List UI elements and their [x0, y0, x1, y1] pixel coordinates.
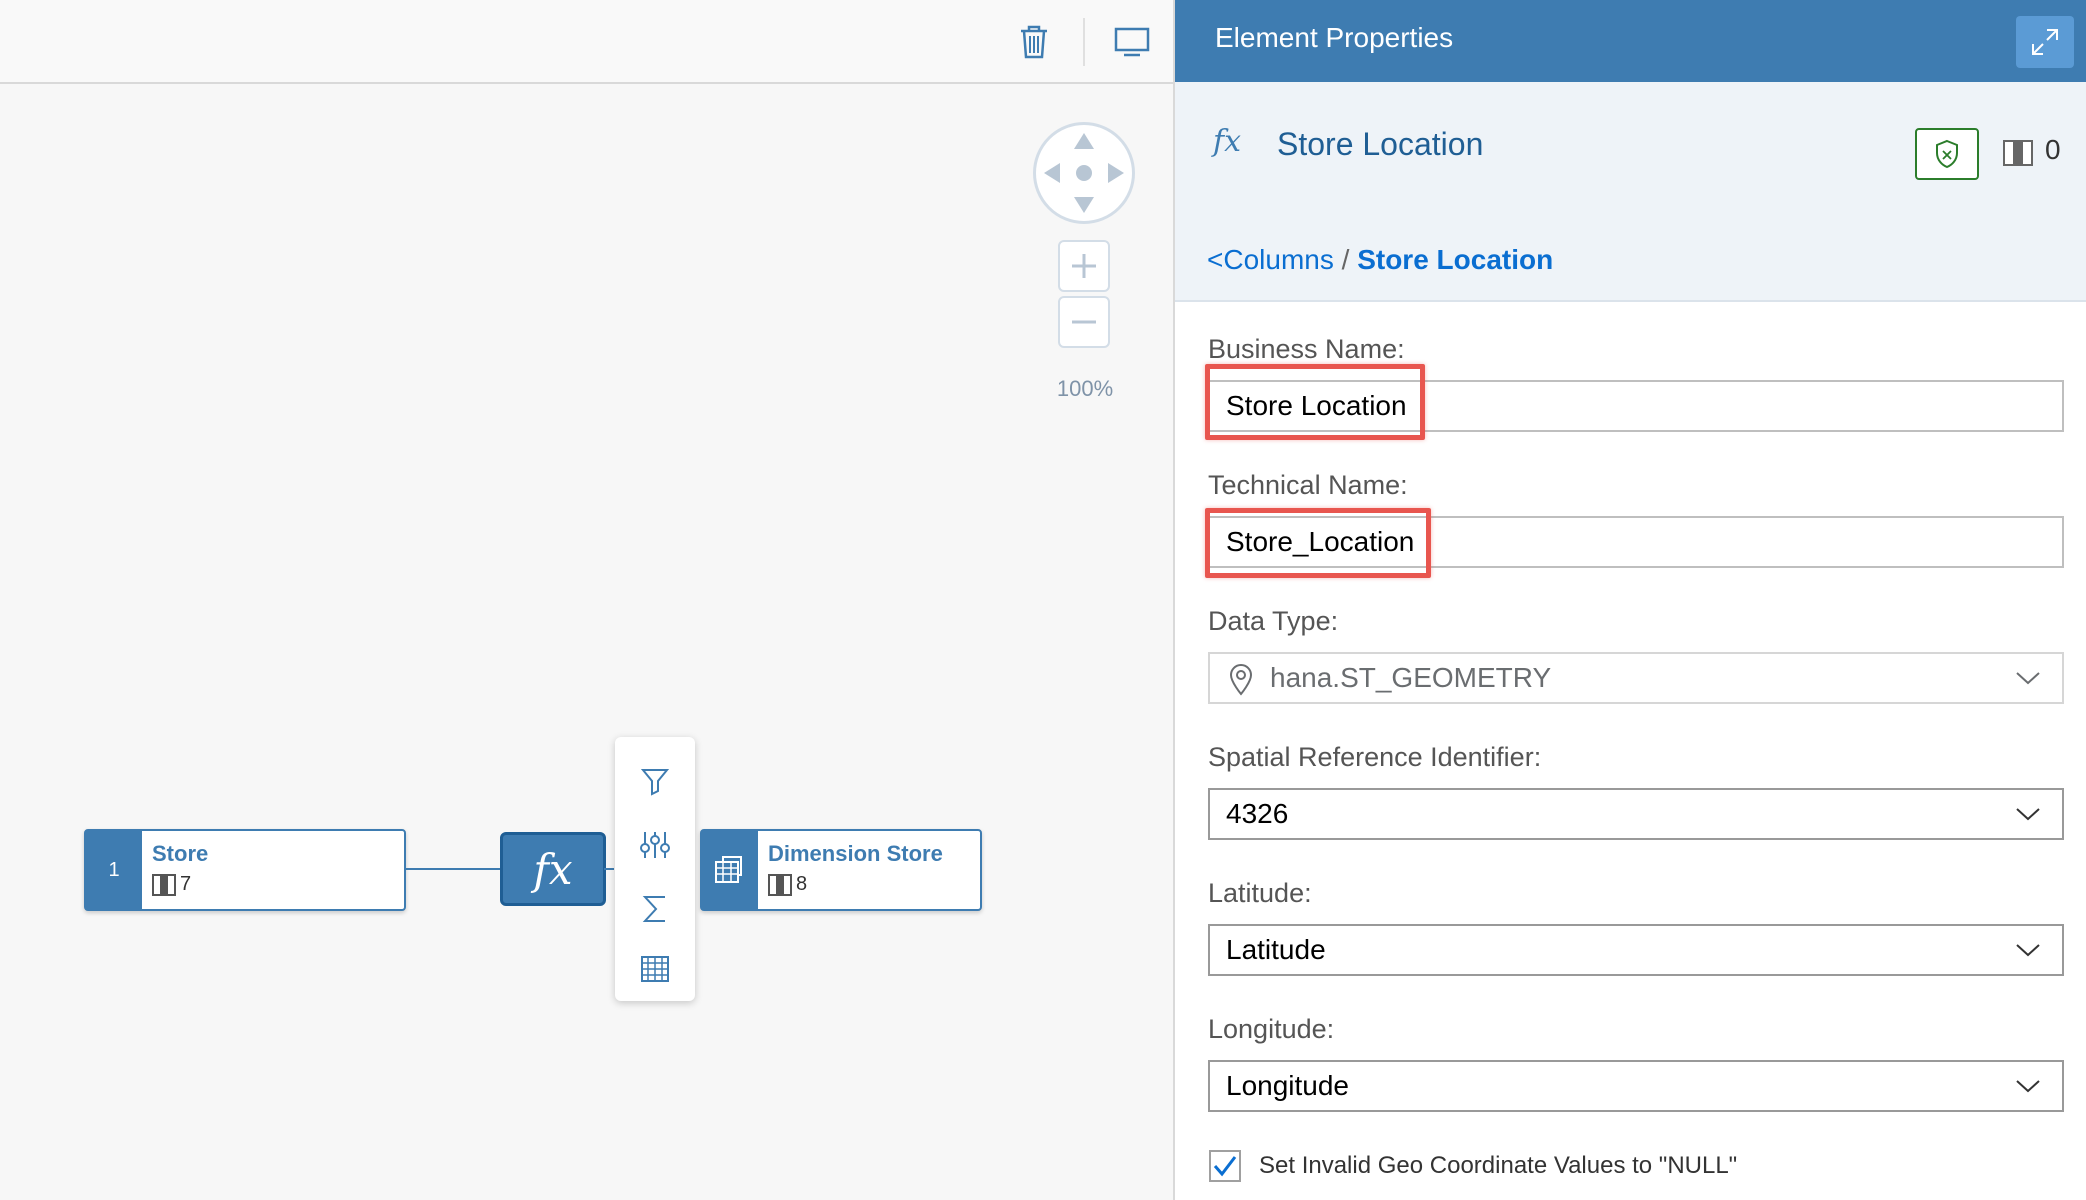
data-type-label: Data Type:	[1208, 606, 1339, 636]
breadcrumb-separator: /	[1333, 244, 1358, 275]
invalid-geo-null-checkbox[interactable]	[1209, 1150, 1241, 1182]
navigation-pad[interactable]	[1033, 122, 1135, 224]
monitor-icon	[1114, 27, 1150, 57]
dimension-table-icon	[715, 856, 742, 883]
preview-button[interactable]	[1108, 18, 1156, 66]
panel-header: Element Properties	[1175, 0, 2086, 82]
expand-icon	[2032, 29, 2058, 55]
node-context-menu	[615, 737, 695, 1001]
canvas-toolbar	[0, 0, 1173, 84]
latitude-label: Latitude:	[1208, 878, 1312, 908]
latitude-value: Latitude	[1226, 934, 1326, 965]
panel-title: Element Properties	[1215, 22, 1454, 53]
element-summary: fx Store Location 0 <Columns / Store Loc…	[1175, 82, 2086, 302]
plus-icon	[1072, 254, 1096, 278]
column-count: 0	[2045, 134, 2061, 165]
sigma-icon	[642, 896, 665, 922]
zoom-level: 100%	[1056, 376, 1114, 401]
element-name: Store Location	[1277, 126, 1484, 162]
longitude-select[interactable]: Longitude	[1208, 1060, 2064, 1112]
business-name-input[interactable]: Store Location	[1208, 380, 2064, 432]
column-count: 7	[180, 873, 192, 895]
expand-button[interactable]	[2016, 16, 2074, 68]
breadcrumb-columns-link[interactable]: <Columns	[1207, 244, 1334, 275]
technical-name-input[interactable]: Store_Location	[1208, 516, 2064, 568]
srid-label: Spatial Reference Identifier:	[1208, 742, 1542, 772]
data-access-control-button[interactable]	[1915, 128, 1979, 180]
technical-name-label: Technical Name:	[1208, 470, 1408, 500]
filter-icon	[640, 769, 670, 796]
diagram-canvas[interactable]: 100% 1 Store 7 fx Dimension Store 8	[0, 0, 1173, 1200]
columns-icon	[2003, 140, 2033, 166]
function-icon: fx	[1213, 124, 1242, 159]
pan-arrows-icon	[1044, 133, 1124, 213]
filter-button[interactable]	[629, 755, 681, 807]
columns-icon	[152, 873, 176, 896]
trash-icon	[1021, 25, 1047, 59]
invalid-geo-null-label: Set Invalid Geo Coordinate Values to "NU…	[1259, 1152, 1738, 1179]
minus-icon	[1072, 320, 1096, 324]
business-name-label: Business Name:	[1208, 334, 1405, 364]
srid-value: 4326	[1226, 798, 1289, 829]
data-type-value: hana.ST_GEOMETRY	[1270, 662, 1552, 693]
node-index: 1	[86, 831, 142, 909]
shield-icon	[1936, 139, 1958, 169]
source-node-store[interactable]: 1 Store 7	[84, 829, 406, 911]
projection-button[interactable]	[629, 819, 681, 871]
chevron-down-icon	[2016, 808, 2040, 821]
calculated-column-node[interactable]: fx	[500, 832, 606, 906]
location-pin-icon	[1229, 664, 1253, 696]
chevron-down-icon	[2016, 672, 2040, 685]
target-node-dimension-store[interactable]: Dimension Store 8	[700, 829, 982, 911]
dimension-node-icon-area	[702, 831, 758, 909]
chevron-down-icon	[2016, 1080, 2040, 1093]
breadcrumb: <Columns / Store Location	[1207, 244, 1553, 276]
connector-line	[604, 868, 614, 870]
delete-button[interactable]	[1010, 18, 1058, 66]
breadcrumb-current: Store Location	[1357, 244, 1554, 275]
element-properties-panel: Element Properties fx Store Location 0 <…	[1173, 0, 2086, 1200]
table-button[interactable]	[629, 943, 681, 995]
chevron-down-icon	[2016, 944, 2040, 957]
longitude-value: Longitude	[1226, 1070, 1350, 1101]
columns-icon	[768, 873, 792, 896]
zoom-in-button[interactable]	[1058, 240, 1110, 292]
zoom-out-button[interactable]	[1058, 296, 1110, 348]
latitude-select[interactable]: Latitude	[1208, 924, 2064, 976]
table-grid-icon	[641, 956, 669, 982]
node-title: Store	[152, 841, 209, 866]
srid-select[interactable]: 4326	[1208, 788, 2064, 840]
aggregation-button[interactable]	[629, 883, 681, 935]
data-type-select[interactable]: hana.ST_GEOMETRY	[1208, 652, 2064, 704]
node-title: Dimension Store	[768, 841, 943, 866]
connector-line	[405, 868, 503, 870]
toolbar-separator	[1083, 18, 1085, 66]
column-count: 8	[796, 873, 808, 895]
checkmark-icon	[1213, 1156, 1237, 1177]
longitude-label: Longitude:	[1208, 1014, 1335, 1044]
sliders-icon	[640, 832, 670, 858]
